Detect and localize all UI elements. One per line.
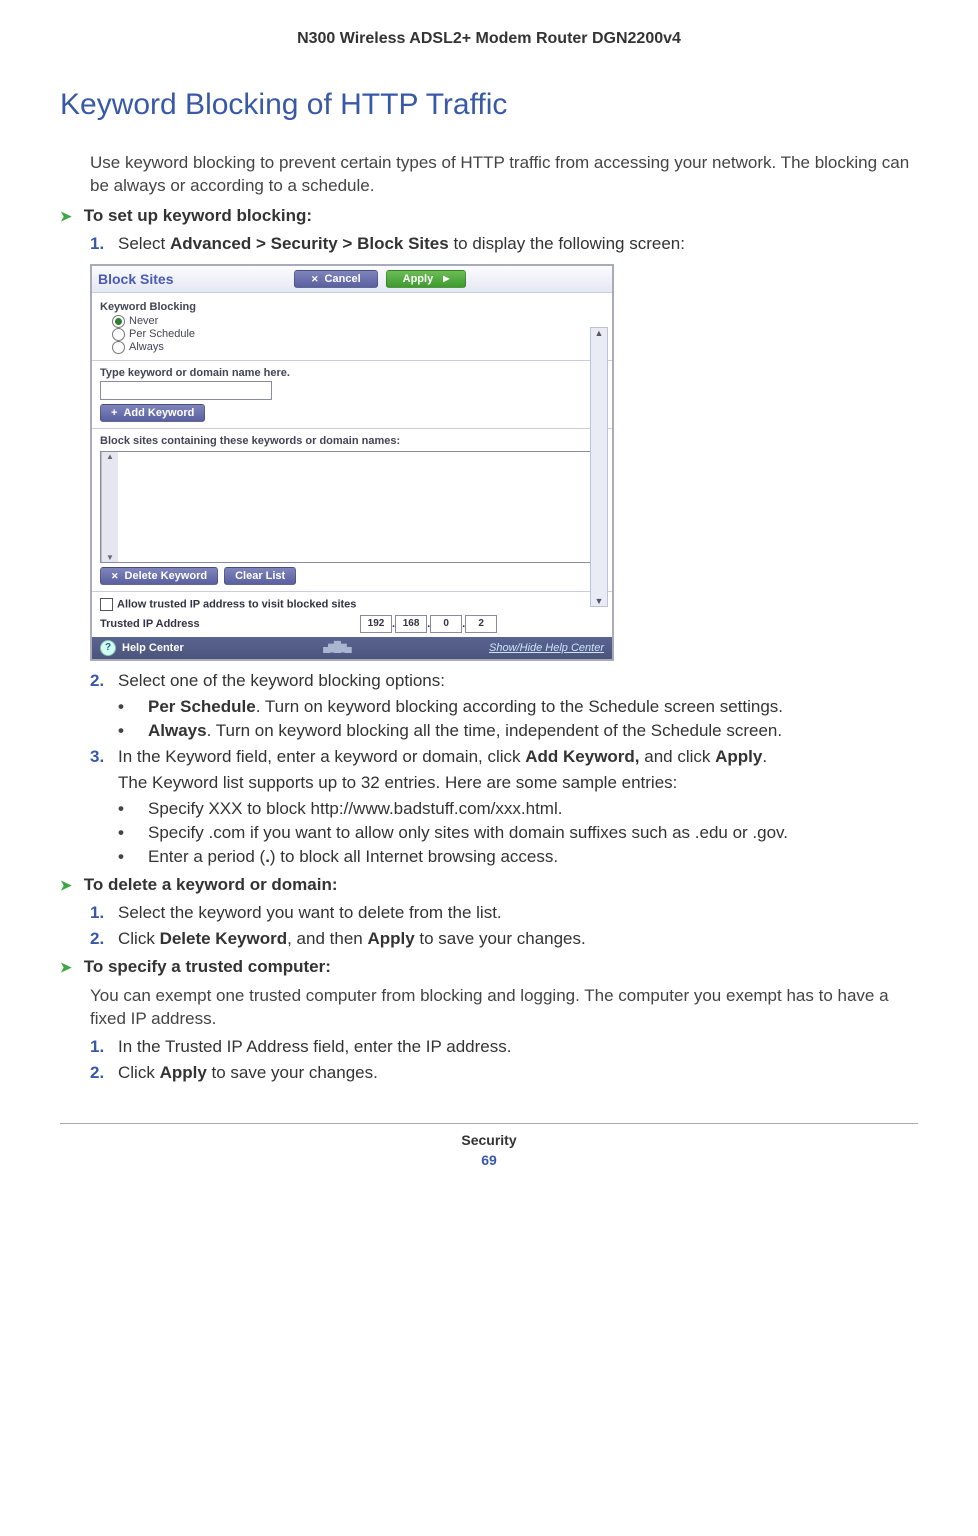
step-text: In the Trusted IP Address field, enter t… <box>118 1037 918 1057</box>
block-containing-label: Block sites containing these keywords or… <box>100 435 604 447</box>
keyword-note: The Keyword list supports up to 32 entri… <box>118 773 918 793</box>
step-text: Select the keyword you want to delete fr… <box>118 903 918 923</box>
step-number: 1. <box>90 234 118 254</box>
block-sites-screenshot: Block Sites Cancel Apply ▲ ▼ Keyword Blo… <box>90 264 614 661</box>
ui-body: ▲ ▼ Keyword Blocking Never Per Schedule … <box>92 293 612 637</box>
type-keyword-label: Type keyword or domain name here. <box>100 367 604 379</box>
footer-chapter: Security <box>60 1132 918 1148</box>
step-number: 2. <box>90 1063 118 1083</box>
clear-list-button[interactable]: Clear List <box>224 567 296 585</box>
scroll-down-icon[interactable]: ▼ <box>595 596 604 606</box>
radio-icon <box>112 341 125 354</box>
scroll-up-icon[interactable]: ▲ <box>106 452 114 461</box>
help-icon: ? <box>100 640 116 656</box>
cancel-button[interactable]: Cancel <box>294 270 378 288</box>
step-text: Click Delete Keyword, and then Apply to … <box>118 929 918 949</box>
apply-button[interactable]: Apply <box>386 270 467 288</box>
radio-per-schedule[interactable]: Per Schedule <box>112 328 604 341</box>
ui-screen-title: Block Sites <box>98 271 188 287</box>
radio-icon <box>112 315 125 328</box>
radio-icon <box>112 328 125 341</box>
add-keyword-button[interactable]: Add Keyword <box>100 404 205 422</box>
trusted-step-1: 1. In the Trusted IP Address field, ente… <box>90 1037 918 1057</box>
plus-icon <box>111 407 117 419</box>
ip-octet-1[interactable]: 192 <box>360 615 392 633</box>
page-title: Keyword Blocking of HTTP Traffic <box>60 88 918 122</box>
keyword-blocking-label: Keyword Blocking <box>100 301 604 313</box>
scroll-down-icon[interactable]: ▼ <box>106 553 114 562</box>
step-number: 1. <box>90 1037 118 1057</box>
main-scrollbar[interactable]: ▲ ▼ <box>590 327 608 607</box>
step-number: 2. <box>90 929 118 949</box>
keyword-input[interactable] <box>100 381 272 400</box>
ip-octet-4[interactable]: 2 <box>465 615 497 633</box>
ip-octet-3[interactable]: 0 <box>430 615 462 633</box>
step-number: 3. <box>90 747 118 767</box>
bullet-per-schedule: • Per Schedule. Turn on keyword blocking… <box>118 697 918 717</box>
help-toggle-link[interactable]: Show/Hide Help Center <box>489 642 604 654</box>
allow-trusted-checkbox[interactable] <box>100 598 113 611</box>
close-icon <box>111 570 119 582</box>
step-text: Select one of the keyword blocking optio… <box>118 671 918 691</box>
trusted-ip-label: Trusted IP Address <box>100 618 360 630</box>
bullet-sample-1: • Specify XXX to block http://www.badstu… <box>118 799 918 819</box>
bullet-always: • Always. Turn on keyword blocking all t… <box>118 721 918 741</box>
radio-never[interactable]: Never <box>112 315 604 328</box>
procedure-heading-setup: To set up keyword blocking: <box>60 206 918 226</box>
ip-octet-2[interactable]: 168 <box>395 615 427 633</box>
radio-always[interactable]: Always <box>112 341 604 354</box>
page-footer: Security 69 <box>60 1123 918 1168</box>
list-scrollbar[interactable]: ▲ ▼ <box>101 452 118 562</box>
trusted-step-2: 2. Click Apply to save your changes. <box>90 1063 918 1083</box>
step-text: Click Apply to save your changes. <box>118 1063 918 1083</box>
intro-paragraph: Use keyword blocking to prevent certain … <box>90 152 918 198</box>
expand-arrow-icon: ▄▆█▆▄ <box>184 642 489 653</box>
keyword-listbox[interactable]: ▲ ▼ <box>100 451 604 563</box>
step-text: In the Keyword field, enter a keyword or… <box>118 747 918 767</box>
delete-step-1: 1. Select the keyword you want to delete… <box>90 903 918 923</box>
step-3: 3. In the Keyword field, enter a keyword… <box>90 747 918 767</box>
delete-keyword-button[interactable]: Delete Keyword <box>100 567 218 585</box>
trusted-intro: You can exempt one trusted computer from… <box>90 985 918 1031</box>
step-text: Select Advanced > Security > Block Sites… <box>118 234 918 254</box>
footer-page-number: 69 <box>60 1152 918 1168</box>
step-2: 2. Select one of the keyword blocking op… <box>90 671 918 691</box>
step-number: 2. <box>90 671 118 691</box>
delete-step-2: 2. Click Delete Keyword, and then Apply … <box>90 929 918 949</box>
bullet-sample-3: • Enter a period (.) to block all Intern… <box>118 847 918 867</box>
step-1: 1. Select Advanced > Security > Block Si… <box>90 234 918 254</box>
doc-header: N300 Wireless ADSL2+ Modem Router DGN220… <box>60 30 918 48</box>
bullet-sample-2: • Specify .com if you want to allow only… <box>118 823 918 843</box>
close-icon <box>311 273 319 285</box>
procedure-heading-trusted: To specify a trusted computer: <box>60 957 918 977</box>
ui-toolbar: Block Sites Cancel Apply <box>92 266 612 293</box>
allow-trusted-row[interactable]: Allow trusted IP address to visit blocke… <box>100 598 604 611</box>
step-number: 1. <box>90 903 118 923</box>
scroll-up-icon[interactable]: ▲ <box>595 328 604 338</box>
procedure-heading-delete: To delete a keyword or domain: <box>60 875 918 895</box>
help-center-bar[interactable]: ?Help Center ▄▆█▆▄ Show/Hide Help Center <box>92 637 612 659</box>
trusted-ip-row: Trusted IP Address 192 . 168 . 0 . 2 <box>100 615 604 633</box>
